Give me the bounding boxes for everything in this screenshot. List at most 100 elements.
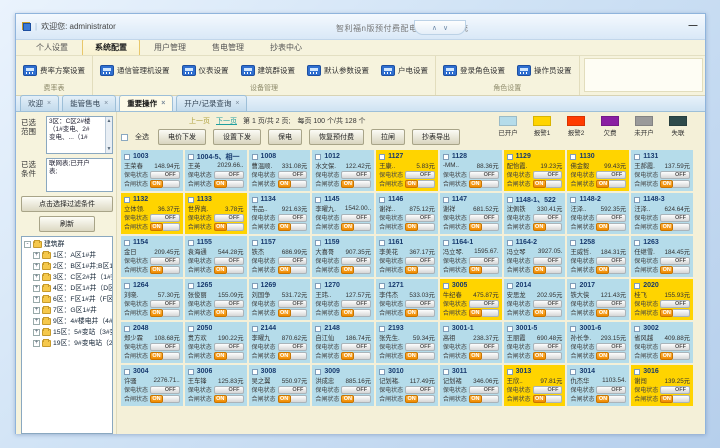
gate-state-toggle[interactable]: ON <box>405 395 418 403</box>
ribbon-button[interactable]: 操作员设置 <box>514 63 575 78</box>
gate-state-toggle[interactable]: ON <box>660 309 673 317</box>
power-protect-toggle[interactable]: OFF <box>150 257 180 265</box>
collapse-expander-icon[interactable]: - <box>24 241 31 248</box>
power-protect-toggle[interactable]: OFF <box>469 343 499 351</box>
gate-state-toggle[interactable]: ON <box>660 180 673 188</box>
power-protect-toggle[interactable]: OFF <box>405 257 435 265</box>
card-checkbox[interactable] <box>443 326 449 332</box>
gate-state-toggle[interactable]: ON <box>469 180 482 188</box>
power-protect-toggle[interactable]: OFF <box>405 171 435 179</box>
card-checkbox[interactable] <box>188 369 194 375</box>
card-checkbox[interactable] <box>379 326 385 332</box>
expand-expander-icon[interactable]: + <box>33 318 40 325</box>
gate-state-toggle[interactable]: ON <box>278 352 291 360</box>
gate-state-toggle[interactable]: ON <box>405 266 418 274</box>
gate-state-toggle[interactable]: ON <box>214 395 227 403</box>
toolbar-button-6[interactable]: 抄表导出 <box>412 129 460 145</box>
gate-state-toggle[interactable]: ON <box>660 266 673 274</box>
tree-item[interactable]: +6区：F区1#井（F区1#... <box>24 294 112 305</box>
power-protect-toggle[interactable]: OFF <box>533 257 563 265</box>
card-checkbox[interactable] <box>188 154 194 160</box>
gate-state-toggle[interactable]: ON <box>214 352 227 360</box>
gate-state-toggle[interactable]: ON <box>278 309 291 317</box>
card-checkbox[interactable] <box>443 240 449 246</box>
power-protect-toggle[interactable]: OFF <box>214 343 244 351</box>
gate-state-toggle[interactable]: ON <box>533 352 546 360</box>
power-protect-toggle[interactable]: OFF <box>278 386 308 394</box>
card-checkbox[interactable] <box>124 197 130 203</box>
gate-state-toggle[interactable]: ON <box>533 309 546 317</box>
power-protect-toggle[interactable]: OFF <box>278 343 308 351</box>
ribbon-button[interactable]: 户电设置 <box>378 63 431 78</box>
gate-state-toggle[interactable]: ON <box>214 180 227 188</box>
power-protect-toggle[interactable]: OFF <box>469 257 499 265</box>
tree-root[interactable]: - 建筑群 <box>24 239 112 250</box>
card-checkbox[interactable] <box>443 283 449 289</box>
gate-state-toggle[interactable]: ON <box>341 180 354 188</box>
gate-state-toggle[interactable]: ON <box>341 395 354 403</box>
ribbon-collapse-pill[interactable]: ∧∨ <box>414 20 466 35</box>
power-protect-toggle[interactable]: OFF <box>150 386 180 394</box>
gate-state-toggle[interactable]: ON <box>150 266 163 274</box>
card-checkbox[interactable] <box>188 326 194 332</box>
card-checkbox[interactable] <box>570 197 576 203</box>
tree-item[interactable]: +7区：G区1#井 <box>24 305 112 316</box>
power-protect-toggle[interactable]: OFF <box>660 300 690 308</box>
close-icon[interactable]: × <box>104 100 108 107</box>
power-protect-toggle[interactable]: OFF <box>405 386 435 394</box>
next-page-link[interactable]: 下一页 <box>216 116 237 126</box>
card-checkbox[interactable] <box>252 283 258 289</box>
gate-state-toggle[interactable]: ON <box>469 223 482 231</box>
power-protect-toggle[interactable]: OFF <box>214 171 244 179</box>
power-protect-toggle[interactable]: OFF <box>405 214 435 222</box>
card-checkbox[interactable] <box>124 240 130 246</box>
card-checkbox[interactable] <box>379 197 385 203</box>
gate-state-toggle[interactable]: ON <box>596 395 609 403</box>
range-listbox[interactable]: ▲▼ 3区：C区2#楼（1#变电、2#变电、...（1# <box>46 116 113 154</box>
card-checkbox[interactable] <box>188 197 194 203</box>
ribbon-button[interactable]: 建筑群设置 <box>238 63 299 78</box>
close-icon[interactable]: × <box>47 100 51 107</box>
card-checkbox[interactable] <box>570 283 576 289</box>
power-protect-toggle[interactable]: OFF <box>150 171 180 179</box>
power-protect-toggle[interactable]: OFF <box>660 214 690 222</box>
gate-state-toggle[interactable]: ON <box>533 180 546 188</box>
gate-state-toggle[interactable]: ON <box>341 266 354 274</box>
power-protect-toggle[interactable]: OFF <box>341 300 371 308</box>
card-checkbox[interactable] <box>315 326 321 332</box>
gate-state-toggle[interactable]: ON <box>214 223 227 231</box>
power-protect-toggle[interactable]: OFF <box>533 300 563 308</box>
power-protect-toggle[interactable]: OFF <box>596 343 626 351</box>
card-checkbox[interactable] <box>315 283 321 289</box>
power-protect-toggle[interactable]: OFF <box>214 300 244 308</box>
gate-state-toggle[interactable]: ON <box>150 352 163 360</box>
power-protect-toggle[interactable]: OFF <box>278 171 308 179</box>
gate-state-toggle[interactable]: ON <box>469 395 482 403</box>
gate-state-toggle[interactable]: ON <box>533 266 546 274</box>
tree-item[interactable]: +2区：B区1#井;B区1#... <box>24 261 112 272</box>
expand-expander-icon[interactable]: + <box>33 329 40 336</box>
card-checkbox[interactable] <box>507 197 513 203</box>
card-checkbox[interactable] <box>188 283 194 289</box>
range-scrollbar[interactable]: ▲▼ <box>105 117 112 153</box>
card-checkbox[interactable] <box>634 154 640 160</box>
ribbon-tab-5[interactable]: 抄表中心 <box>258 40 314 55</box>
toolbar-button-3[interactable]: 保电 <box>268 129 302 145</box>
tree-item[interactable]: +19区：9#变电站（2#... <box>24 338 112 349</box>
card-checkbox[interactable] <box>634 283 640 289</box>
gate-state-toggle[interactable]: ON <box>596 223 609 231</box>
ribbon-button[interactable]: 通信管理机设置 <box>97 63 173 78</box>
card-checkbox[interactable] <box>379 154 385 160</box>
power-protect-toggle[interactable]: OFF <box>596 214 626 222</box>
card-checkbox[interactable] <box>315 369 321 375</box>
card-checkbox[interactable] <box>634 326 640 332</box>
scroll-up-icon[interactable]: ▲ <box>107 117 112 125</box>
ribbon-tab-3[interactable]: 用户管理 <box>142 40 198 55</box>
gate-state-toggle[interactable]: ON <box>341 309 354 317</box>
toolbar-button-5[interactable]: 拉闸 <box>371 129 405 145</box>
filter-select-button[interactable]: 点击选择过滤条件 <box>21 196 113 212</box>
card-checkbox[interactable] <box>252 240 258 246</box>
gate-state-toggle[interactable]: ON <box>660 395 673 403</box>
gate-state-toggle[interactable]: ON <box>214 266 227 274</box>
power-protect-toggle[interactable]: OFF <box>596 257 626 265</box>
